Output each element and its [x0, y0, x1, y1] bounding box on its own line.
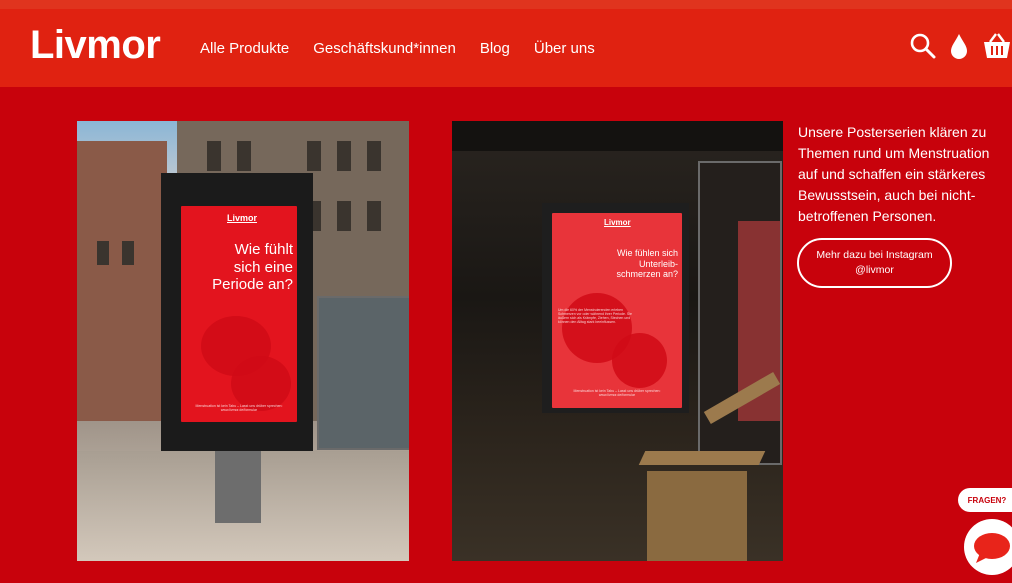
- poster-blob: [612, 333, 667, 388]
- header-icons: [896, 31, 1012, 65]
- chat-bubble-icon: [974, 533, 1010, 563]
- chat-button[interactable]: [964, 519, 1012, 575]
- footer-line: www.livmor.de/formular: [220, 408, 258, 412]
- instagram-button[interactable]: Mehr dazu bei Instagram @livmor: [797, 238, 952, 288]
- bench-seat: [638, 451, 766, 465]
- shelter-roof: [452, 121, 783, 151]
- poster-screen-2: Livmor Wie fühlen sich Unterleib- schmer…: [552, 213, 682, 408]
- window: [122, 241, 134, 265]
- drop-icon[interactable]: [950, 33, 968, 64]
- poster-description: Unsere Posterserien klären zu Themen run…: [798, 124, 990, 224]
- window: [337, 201, 351, 231]
- poster-screen-1: Livmor Wie fühlt sich eine Periode an? M…: [181, 206, 297, 422]
- window: [307, 141, 321, 171]
- tram-shelter: [317, 296, 409, 450]
- cta-line: Mehr dazu bei Instagram: [816, 249, 933, 261]
- cart-icon[interactable]: [982, 31, 1012, 66]
- window: [337, 141, 351, 171]
- nav-about-us[interactable]: Über uns: [534, 40, 595, 57]
- cta-handle: @livmor: [855, 264, 894, 276]
- poster-headline: Wie fühlt sich eine Periode an?: [181, 241, 293, 294]
- poster-footer: Menstruation ist kein Tabu – Lasst uns d…: [564, 389, 670, 397]
- top-strip: [0, 0, 1012, 9]
- main-nav: Alle Produkte Geschäftskund*innen Blog Ü…: [200, 40, 595, 57]
- window: [237, 141, 251, 171]
- window: [207, 141, 221, 171]
- search-icon[interactable]: [910, 33, 936, 64]
- headline-line: Wie fühlt: [234, 241, 293, 258]
- poster-logo: Livmor: [604, 218, 631, 227]
- poster-body: Um die 60% der Menstruierenden erleben S…: [558, 308, 632, 324]
- nav-blog[interactable]: Blog: [480, 40, 510, 57]
- window: [367, 141, 381, 171]
- window: [367, 201, 381, 231]
- poster-photo-busstop: Livmor Wie fühlen sich Unterleib- schmer…: [452, 121, 783, 561]
- headline-line: Unterleib-: [638, 258, 678, 269]
- livmor-logo[interactable]: Livmor: [30, 23, 161, 68]
- nav-all-products[interactable]: Alle Produkte: [200, 40, 289, 57]
- poster-headline: Wie fühlen sich Unterleib- schmerzen an?: [552, 248, 678, 280]
- footer-line: www.livmor.de/formular: [598, 393, 636, 397]
- poster-photo-street: Livmor Wie fühlt sich eine Periode an? M…: [77, 121, 409, 561]
- headline-line: Wie fühlen sich: [616, 248, 678, 258]
- poster-logo: Livmor: [227, 213, 258, 223]
- poster-blob: [231, 356, 291, 411]
- site-header: Livmor Alle Produkte Geschäftskund*innen…: [0, 9, 1012, 87]
- headline-line: Periode an?: [212, 276, 293, 294]
- building-left: [77, 141, 167, 421]
- help-button[interactable]: FRAGEN?: [958, 488, 1012, 512]
- poster-footer: Menstruation ist kein Tabu – Lasst uns d…: [193, 404, 285, 412]
- headline-line: schmerzen an?: [616, 269, 678, 280]
- bench-front: [647, 471, 747, 561]
- window: [97, 241, 109, 265]
- nav-business-customers[interactable]: Geschäftskund*innen: [313, 40, 456, 57]
- headline-line: sich eine: [233, 258, 293, 276]
